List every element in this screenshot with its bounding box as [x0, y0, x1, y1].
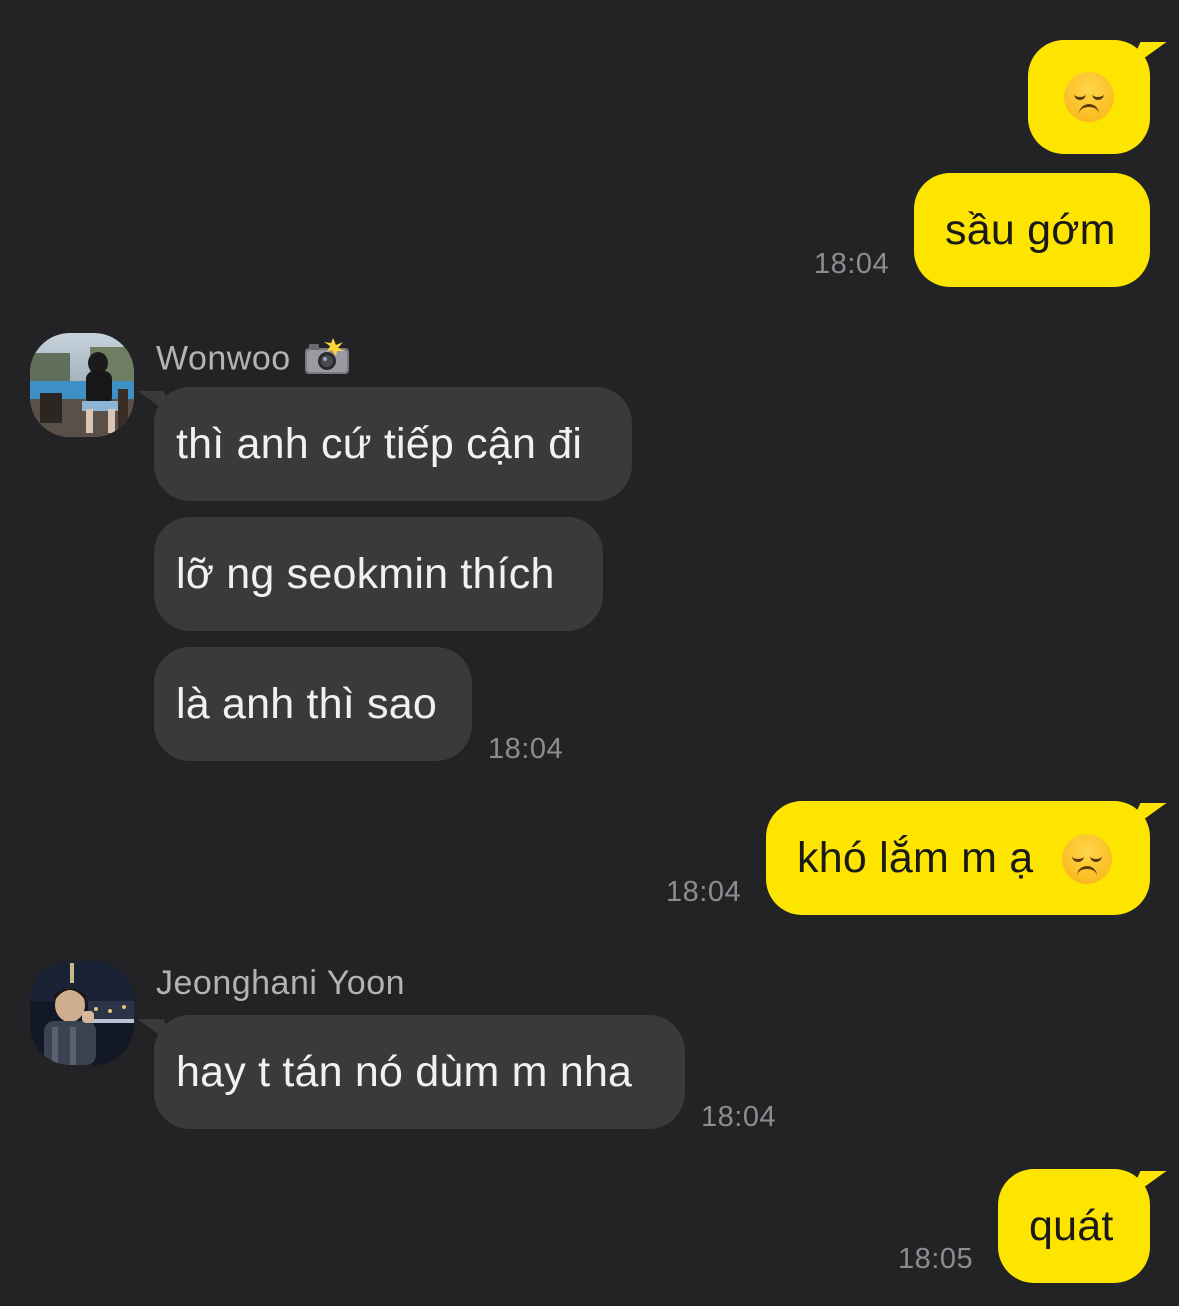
sender-name: Jeonghani Yoon	[156, 964, 406, 1002]
bubble-tail	[137, 391, 177, 419]
message-text: khó lắm m ạ	[797, 834, 1034, 882]
message-time: 18:04	[701, 1101, 777, 1133]
sad-face-emoji-icon	[1062, 834, 1112, 884]
sender-name: Wonwoo	[156, 336, 351, 385]
avatar-photo-icon	[30, 333, 134, 437]
message-time: 18:04	[814, 248, 890, 280]
my-message-bubble[interactable]: khó lắm m ạ	[766, 801, 1167, 915]
my-message-bubble[interactable]: sầu gớm	[914, 173, 1150, 287]
their-message-bubble[interactable]: lỡ ng seokmin thích	[154, 517, 603, 631]
bubble-tail	[1127, 803, 1167, 831]
message-time: 18:04	[666, 876, 742, 908]
camera-flash-icon	[303, 336, 351, 385]
sad-face-emoji-icon	[1064, 72, 1114, 122]
message-text: là anh thì sao	[176, 680, 437, 728]
avatar[interactable]	[30, 961, 134, 1065]
their-message-bubble[interactable]: hay t tán nó dùm m nha	[137, 1015, 685, 1129]
my-message-bubble[interactable]: quát	[998, 1169, 1167, 1283]
message-text: sầu gớm	[945, 206, 1116, 254]
my-message-bubble[interactable]	[1028, 40, 1167, 154]
bubble-tail	[1127, 42, 1167, 70]
sender-name-text: Wonwoo	[156, 339, 291, 378]
avatar-photo-icon	[30, 961, 134, 1065]
bubble-tail	[1127, 1171, 1167, 1199]
chat-thread: 18:04 sầu gớm Wonwoo thì anh cứ tiếp cận…	[0, 0, 1179, 1306]
bubble-tail	[137, 1019, 177, 1047]
message-text: hay t tán nó dùm m nha	[176, 1048, 633, 1096]
their-message-bubble[interactable]: là anh thì sao	[154, 647, 472, 761]
message-text: lỡ ng seokmin thích	[176, 550, 555, 598]
message-text: quát	[1029, 1202, 1114, 1250]
message-text: thì anh cứ tiếp cận đi	[176, 420, 583, 468]
their-message-bubble[interactable]: thì anh cứ tiếp cận đi	[137, 387, 632, 501]
message-time: 18:05	[898, 1243, 974, 1275]
avatar[interactable]	[30, 333, 134, 437]
message-time: 18:04	[488, 733, 564, 765]
